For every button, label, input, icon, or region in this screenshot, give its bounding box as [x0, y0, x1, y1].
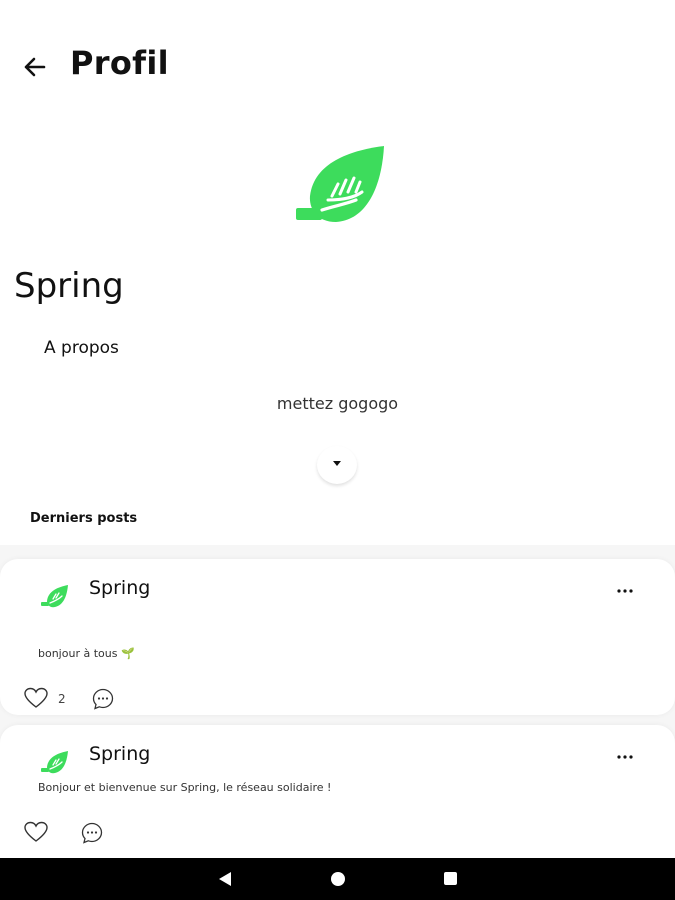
- more-horizontal-icon: [617, 755, 633, 759]
- caret-down-icon: [333, 461, 341, 466]
- posts-feed[interactable]: Spring bonjour à tous 🌱 2 Spring Bonjour…: [0, 545, 675, 858]
- post-author: Spring: [89, 577, 151, 599]
- post-author: Spring: [89, 743, 151, 765]
- app-header: Profil: [0, 0, 675, 120]
- post-text: Bonjour et bienvenue sur Spring, le rése…: [38, 781, 332, 794]
- post-text: bonjour à tous 🌱: [38, 647, 135, 660]
- back-button[interactable]: [20, 52, 50, 82]
- profile-name: Spring: [14, 266, 124, 306]
- leaf-hand-icon: [41, 751, 68, 774]
- post-card[interactable]: Spring Bonjour et bienvenue sur Spring, …: [0, 725, 675, 858]
- heart-icon: [24, 821, 48, 842]
- like-button[interactable]: [24, 687, 48, 709]
- more-options-button[interactable]: [612, 583, 638, 599]
- comment-icon: [81, 822, 103, 844]
- more-options-button[interactable]: [612, 749, 638, 765]
- comment-button[interactable]: [80, 821, 104, 845]
- like-count: 2: [58, 692, 66, 706]
- more-horizontal-icon: [617, 589, 633, 593]
- page-title: Profil: [70, 44, 169, 82]
- expand-about-button[interactable]: [317, 446, 357, 484]
- nav-recents-icon[interactable]: [444, 872, 457, 885]
- comment-icon: [92, 688, 114, 710]
- comment-button[interactable]: [91, 687, 115, 711]
- about-heading: A propos: [44, 338, 119, 358]
- arrow-left-icon: [24, 57, 46, 77]
- nav-back-icon[interactable]: [218, 871, 232, 887]
- system-navigation-bar: [0, 858, 675, 900]
- leaf-hand-icon: [296, 146, 384, 222]
- leaf-hand-icon: [41, 585, 68, 608]
- like-button[interactable]: [24, 821, 48, 843]
- nav-home-icon[interactable]: [331, 872, 345, 886]
- heart-icon: [24, 687, 48, 708]
- about-text: mettez gogogo: [276, 394, 399, 413]
- recent-posts-heading: Derniers posts: [30, 511, 138, 526]
- post-card[interactable]: Spring bonjour à tous 🌱 2: [0, 559, 675, 715]
